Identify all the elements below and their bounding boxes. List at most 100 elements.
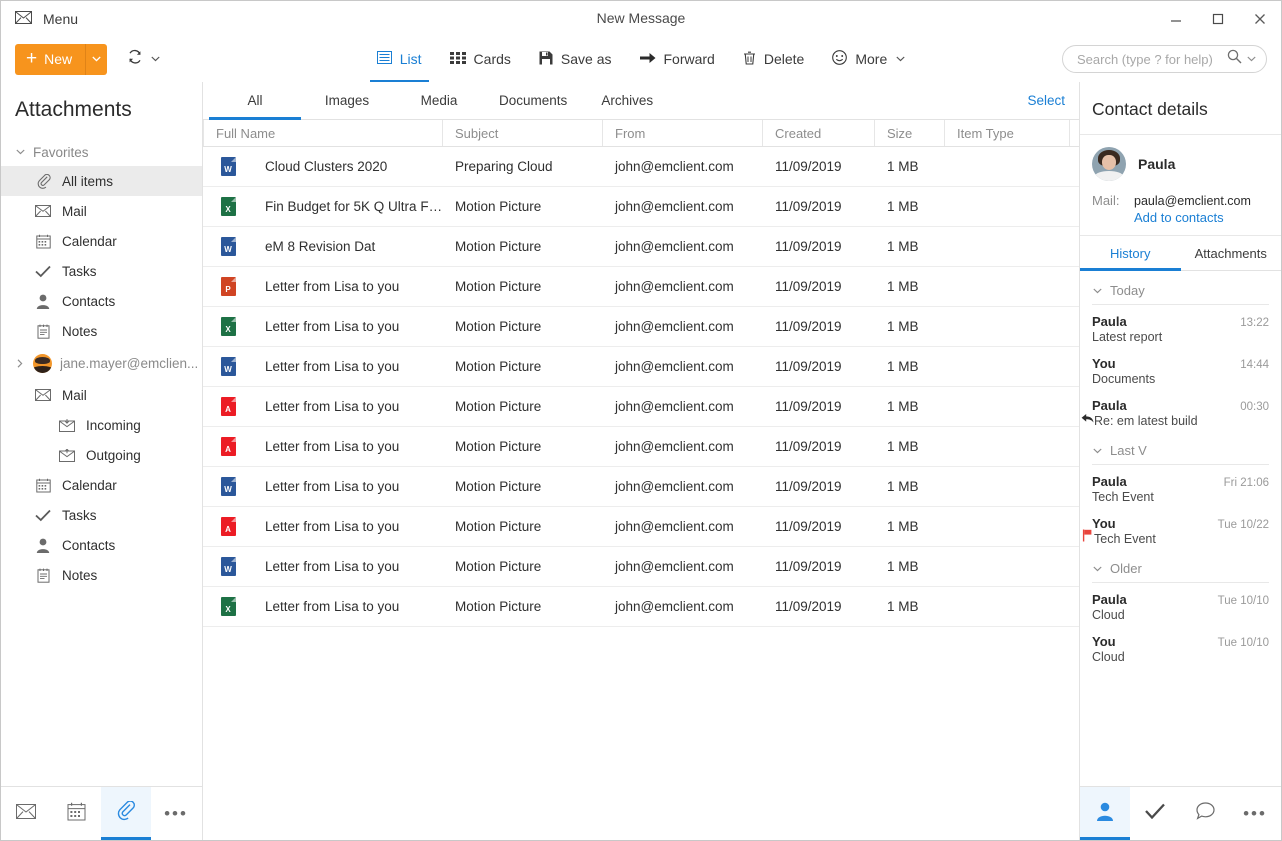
search-box[interactable]: [1062, 45, 1267, 73]
menu-button[interactable]: Menu: [1, 1, 92, 36]
cell-subject: Preparing Cloud: [443, 159, 603, 174]
column-header-subject[interactable]: Subject: [443, 120, 603, 146]
history-group-header[interactable]: Older: [1080, 549, 1281, 582]
table-row[interactable]: WeM 8 Revision DatMotion Picturejohn@emc…: [203, 227, 1079, 267]
sidebar-item-mail[interactable]: Mail: [1, 196, 202, 226]
history-group-header[interactable]: Last V: [1080, 431, 1281, 464]
sidebar-nav: Favorites All items Mail: [1, 136, 202, 786]
add-to-contacts-link[interactable]: Add to contacts: [1134, 210, 1269, 225]
tab-all[interactable]: All: [209, 82, 301, 119]
contact-card: Paula Mail: paula@emclient.com Add to co…: [1080, 135, 1281, 236]
table-row[interactable]: WLetter from Lisa to youMotion Picturejo…: [203, 347, 1079, 387]
select-link[interactable]: Select: [1013, 82, 1079, 119]
sidebar-item-calendar[interactable]: Calendar: [1, 226, 202, 256]
toolbar-delete-button[interactable]: Delete: [730, 36, 817, 82]
sidebar-item-account-contacts[interactable]: Contacts: [1, 530, 202, 560]
history-item[interactable]: Paula13:22Latest report: [1080, 305, 1281, 347]
footer-attachments-button[interactable]: [101, 787, 151, 840]
chevron-down-icon: [896, 54, 905, 65]
sidebar-item-account-notes[interactable]: Notes: [1, 560, 202, 590]
close-button[interactable]: [1239, 1, 1281, 36]
toolbar-list-button[interactable]: List: [364, 36, 435, 82]
cell-created: 11/09/2019: [763, 319, 875, 334]
sidebar-account-row[interactable]: jane.mayer@emclien...: [1, 346, 202, 380]
footer-tasks-button[interactable]: [1130, 787, 1180, 840]
toolbar-cards-button[interactable]: Cards: [437, 36, 524, 82]
history-item[interactable]: YouTue 10/22Tech Event: [1080, 507, 1281, 549]
minimize-button[interactable]: [1155, 1, 1197, 36]
table-row[interactable]: XLetter from Lisa to youMotion Picturejo…: [203, 587, 1079, 627]
history-timestamp: Tue 10/10: [1218, 595, 1269, 607]
new-button-dropdown[interactable]: [85, 44, 107, 75]
sidebar-group-favorites[interactable]: Favorites: [1, 138, 202, 166]
pdf-file-icon: A: [221, 437, 236, 456]
forward-icon: [640, 51, 656, 67]
file-type-icon-cell: W: [203, 557, 253, 576]
history-item[interactable]: You14:44Documents: [1080, 347, 1281, 389]
tab-documents[interactable]: Documents: [485, 82, 581, 119]
history-item[interactable]: YouTue 10/10Cloud: [1080, 625, 1281, 667]
table-row[interactable]: PLetter from Lisa to youMotion Picturejo…: [203, 267, 1079, 307]
column-header-size[interactable]: Size: [875, 120, 945, 146]
sidebar-item-incoming[interactable]: Incoming: [1, 410, 202, 440]
tab-history[interactable]: History: [1080, 236, 1181, 270]
new-button[interactable]: + New: [15, 44, 107, 75]
sidebar-item-all-items[interactable]: All items: [1, 166, 202, 196]
tab-attachments[interactable]: Attachments: [1181, 236, 1282, 270]
tab-archives[interactable]: Archives: [581, 82, 673, 119]
table-row[interactable]: ALetter from Lisa to youMotion Picturejo…: [203, 427, 1079, 467]
search-icon[interactable]: [1227, 49, 1242, 69]
new-button-main[interactable]: + New: [15, 44, 85, 75]
tab-images[interactable]: Images: [301, 82, 393, 119]
refresh-button[interactable]: [127, 49, 160, 70]
toolbar-forward-button[interactable]: Forward: [627, 36, 728, 82]
cell-created: 11/09/2019: [763, 279, 875, 294]
chevron-down-icon: [1092, 288, 1102, 294]
maximize-button[interactable]: [1197, 1, 1239, 36]
history-item[interactable]: PaulaFri 21:06Tech Event: [1080, 465, 1281, 507]
table-row[interactable]: ALetter from Lisa to youMotion Picturejo…: [203, 507, 1079, 547]
footer-mail-button[interactable]: [1, 787, 51, 840]
sidebar-item-tasks[interactable]: Tasks: [1, 256, 202, 286]
cell-size: 1 MB: [875, 519, 945, 534]
table-row[interactable]: XLetter from Lisa to youMotion Picturejo…: [203, 307, 1079, 347]
column-header-from[interactable]: From: [603, 120, 763, 146]
footer-chat-button[interactable]: [1180, 787, 1230, 840]
cell-from: john@emclient.com: [603, 279, 763, 294]
tab-label: All: [247, 93, 262, 108]
table-row[interactable]: ALetter from Lisa to youMotion Picturejo…: [203, 387, 1079, 427]
history-group-label: Older: [1110, 561, 1142, 576]
sidebar-item-contacts[interactable]: Contacts: [1, 286, 202, 316]
toolbar-more-label: More: [855, 51, 887, 67]
sidebar-item-account-tasks[interactable]: Tasks: [1, 500, 202, 530]
history-item[interactable]: Paula00:30Re: em latest build: [1080, 389, 1281, 431]
table-row[interactable]: WLetter from Lisa to youMotion Picturejo…: [203, 547, 1079, 587]
column-header-item-type[interactable]: Item Type: [945, 120, 1070, 146]
table-row[interactable]: XFin Budget for 5K Q Ultra FineMotion Pi…: [203, 187, 1079, 227]
search-dropdown-caret[interactable]: [1247, 54, 1256, 65]
sidebar-item-outgoing[interactable]: Outgoing: [1, 440, 202, 470]
chevron-down-icon: [1092, 566, 1102, 572]
sidebar-item-account-calendar[interactable]: Calendar: [1, 470, 202, 500]
sidebar-item-notes[interactable]: Notes: [1, 316, 202, 346]
column-header-created[interactable]: Created: [763, 120, 875, 146]
table-row[interactable]: WLetter from Lisa to youMotion Picturejo…: [203, 467, 1079, 507]
refresh-dropdown-caret[interactable]: [151, 54, 160, 65]
cell-created: 11/09/2019: [763, 399, 875, 414]
history-group-header[interactable]: Today: [1080, 271, 1281, 304]
toolbar-save-as-button[interactable]: Save as: [526, 36, 625, 82]
tab-media[interactable]: Media: [393, 82, 485, 119]
footer-more-button[interactable]: •••: [1230, 787, 1280, 840]
sidebar-account-label: jane.mayer@emclien...: [60, 356, 198, 371]
sidebar-item-account-mail[interactable]: Mail: [1, 380, 202, 410]
table-row[interactable]: WCloud Clusters 2020Preparing Cloudjohn@…: [203, 147, 1079, 187]
footer-more-button[interactable]: •••: [151, 787, 201, 840]
footer-contacts-button[interactable]: [1080, 787, 1130, 840]
history-item[interactable]: PaulaTue 10/10Cloud: [1080, 583, 1281, 625]
column-header-full-name[interactable]: Full Name: [203, 120, 443, 146]
toolbar-more-button[interactable]: More: [819, 36, 918, 82]
word-file-icon: W: [221, 237, 236, 256]
search-input[interactable]: [1077, 52, 1227, 67]
footer-calendar-button[interactable]: [51, 787, 101, 840]
calendar-icon: [35, 233, 51, 249]
